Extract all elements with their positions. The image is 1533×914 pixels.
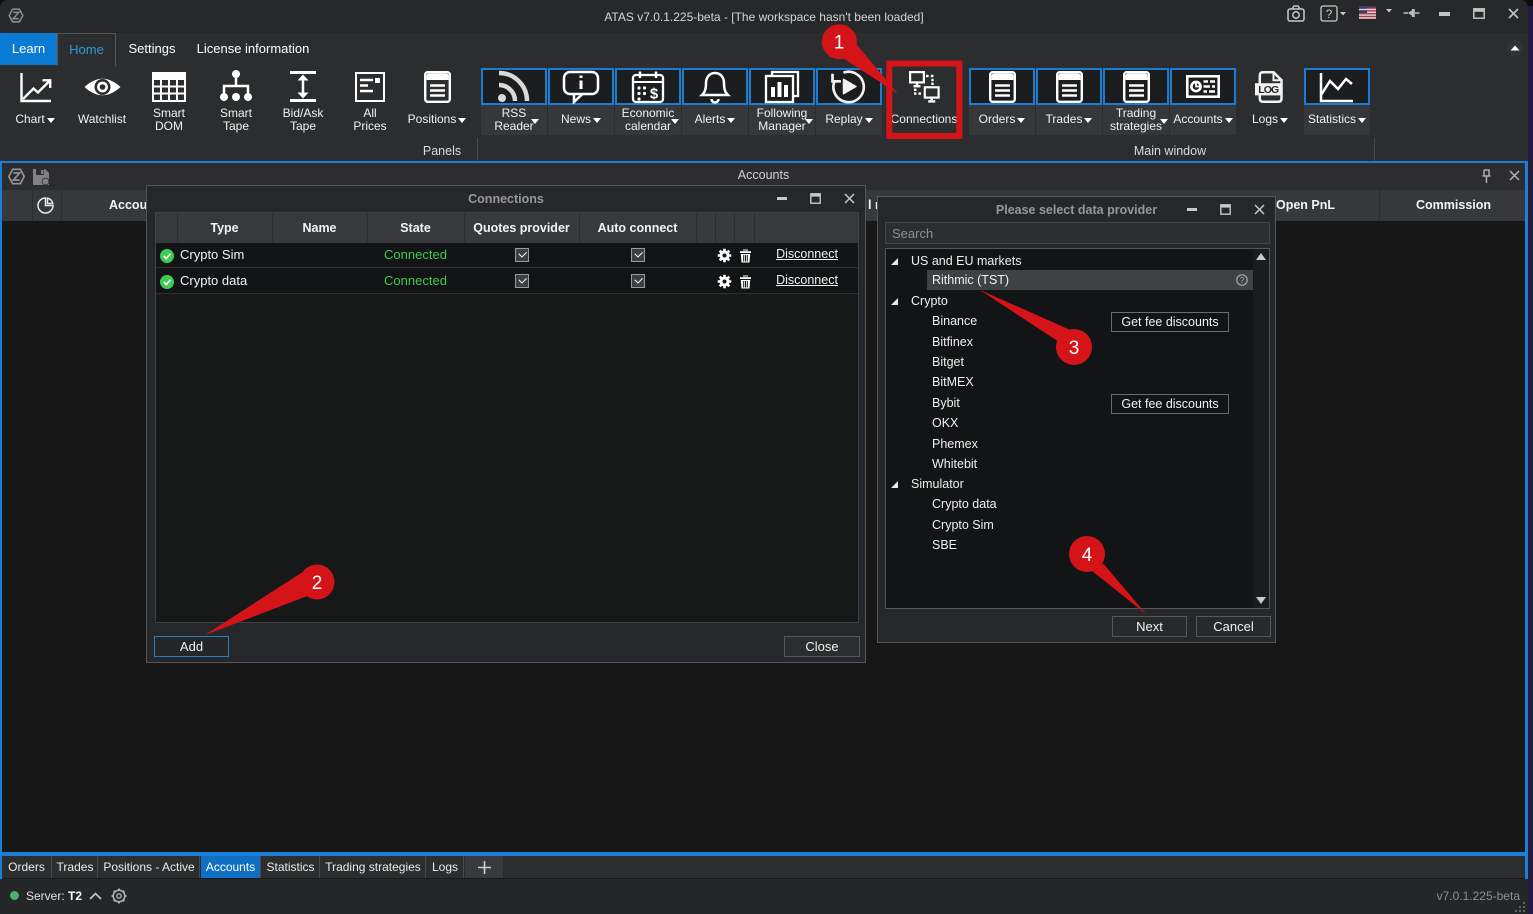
svg-text:$: $ xyxy=(650,85,659,102)
svg-text:?: ? xyxy=(1326,7,1333,21)
svg-text:LOG: LOG xyxy=(1258,84,1279,96)
svg-text:?: ? xyxy=(1240,276,1245,285)
